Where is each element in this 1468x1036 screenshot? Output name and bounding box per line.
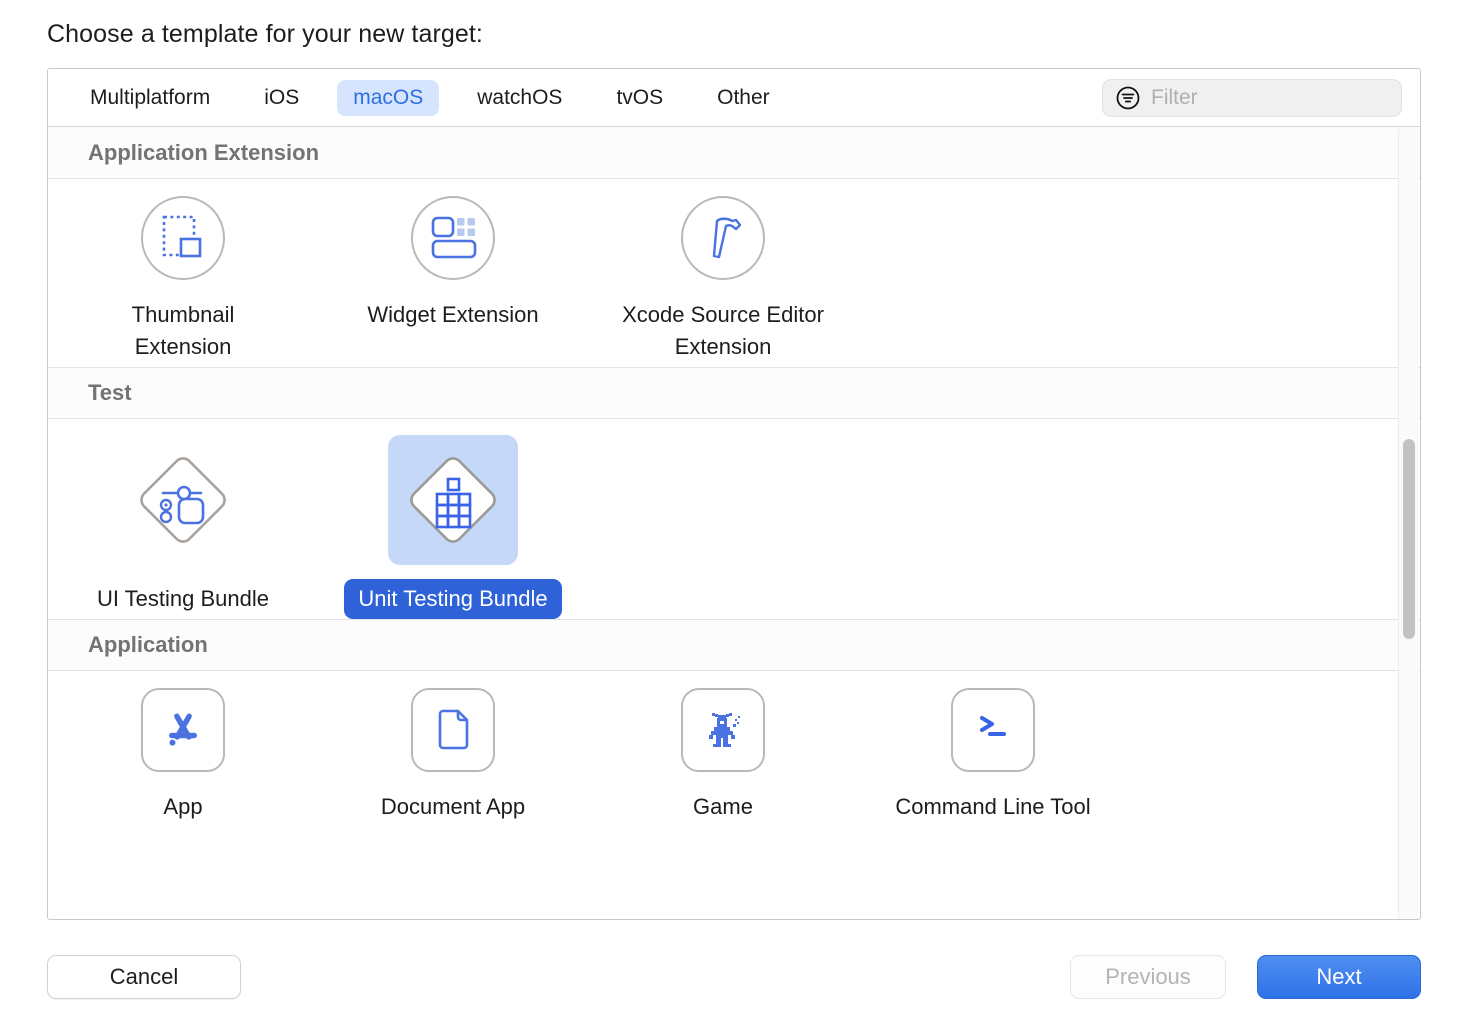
- document-icon: [438, 709, 469, 749]
- template-label-xcode-source-editor-extension: Xcode Source Editor Extension: [622, 302, 824, 359]
- tab-multiplatform[interactable]: Multiplatform: [74, 80, 226, 116]
- hammer-icon: [712, 217, 742, 259]
- template-label-widget-extension: Widget Extension: [367, 302, 539, 327]
- cancel-button[interactable]: Cancel: [47, 955, 241, 999]
- template-label-command-line-tool: Command Line Tool: [895, 793, 1091, 819]
- section-grid-application: App Document App Game Command Line Tool: [48, 671, 1420, 827]
- template-item-game[interactable]: Game: [588, 675, 858, 827]
- thumbnail-extension-icon: [162, 215, 202, 258]
- filter-icon: [1116, 86, 1140, 109]
- template-chooser-dialog: Choose a template for your new target: M…: [0, 0, 1468, 1036]
- filter-field[interactable]: Filter: [1102, 78, 1402, 117]
- tab-ios[interactable]: iOS: [248, 80, 315, 116]
- template-label-document-app: Document App: [380, 793, 526, 819]
- template-label-unit-testing-bundle: Unit Testing Bundle: [344, 578, 562, 619]
- scrollbar-thumb[interactable]: [1403, 439, 1415, 639]
- tab-other[interactable]: Other: [701, 80, 786, 116]
- section-header-test: Test: [48, 366, 1420, 419]
- section-grid-test: UI Testing Bundle Unit Testing Bundle: [48, 419, 1420, 619]
- selection-highlight: [388, 434, 518, 565]
- unit-testing-bundle-icon: [410, 456, 496, 543]
- previous-button[interactable]: Previous: [1070, 955, 1226, 999]
- template-label-thumbnail-extension: Thumbnail Extension: [131, 302, 235, 359]
- template-scroll-area[interactable]: Application Extension Thumbnail Extensio…: [48, 127, 1420, 919]
- template-item-xcode-source-editor-extension[interactable]: Xcode Source Editor Extension: [588, 183, 858, 367]
- widget-extension-icon: [431, 216, 477, 259]
- vertical-scrollbar[interactable]: [1398, 129, 1418, 919]
- template-item-thumbnail-extension[interactable]: Thumbnail Extension: [48, 183, 318, 367]
- ui-testing-bundle-icon: [140, 456, 226, 543]
- page-title: Choose a template for your new target:: [47, 20, 483, 48]
- template-item-unit-testing-bundle[interactable]: Unit Testing Bundle: [318, 423, 588, 619]
- template-panel: Multiplatform iOS macOS watchOS tvOS Oth…: [47, 68, 1421, 920]
- game-robot-icon: [709, 712, 740, 747]
- template-item-widget-extension[interactable]: Widget Extension: [318, 183, 588, 367]
- tab-macos[interactable]: macOS: [337, 79, 440, 116]
- tab-watchos[interactable]: watchOS: [461, 80, 578, 116]
- template-item-document-app[interactable]: Document App: [318, 675, 588, 827]
- template-item-app[interactable]: App: [48, 675, 318, 827]
- template-item-ui-testing-bundle[interactable]: UI Testing Bundle: [48, 423, 318, 619]
- platform-tabbar: Multiplatform iOS macOS watchOS tvOS Oth…: [48, 69, 1420, 127]
- section-grid-application-extension: Thumbnail Extension Widget Extension Xco…: [48, 179, 1420, 367]
- template-item-command-line-tool[interactable]: Command Line Tool: [858, 675, 1128, 827]
- template-label-ui-testing-bundle: UI Testing Bundle: [96, 585, 270, 611]
- app-store-icon: [169, 713, 197, 746]
- tab-tvos[interactable]: tvOS: [600, 80, 679, 116]
- template-label-game: Game: [693, 793, 753, 819]
- next-button[interactable]: Next: [1257, 955, 1421, 999]
- template-label-app: App: [163, 793, 203, 819]
- filter-placeholder: Filter: [1151, 85, 1198, 109]
- section-header-application: Application: [48, 618, 1420, 671]
- section-header-application-extension: Application Extension: [48, 127, 1420, 179]
- terminal-prompt-icon: [980, 715, 1006, 736]
